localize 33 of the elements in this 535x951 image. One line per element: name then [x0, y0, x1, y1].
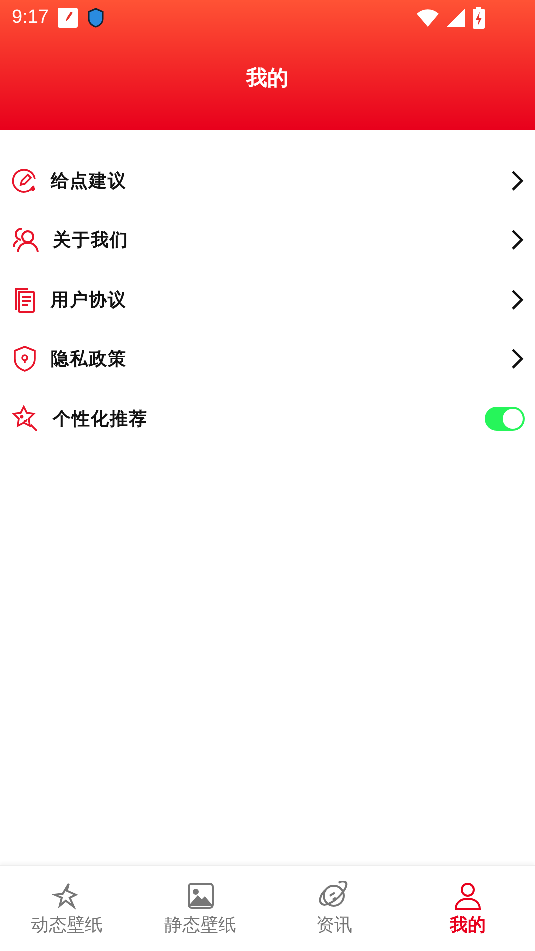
- chevron-right-icon: [511, 170, 525, 192]
- menu-item[interactable]: 个性化推荐: [0, 389, 535, 448]
- toggle-switch[interactable]: [485, 406, 525, 431]
- document-icon: [12, 286, 38, 314]
- menu-item[interactable]: 给点建议: [0, 151, 535, 210]
- signal-icon: [447, 9, 465, 27]
- edit-icon: [12, 168, 38, 194]
- menu-label: 关于我们: [53, 229, 130, 252]
- tab[interactable]: 动态壁纸: [0, 866, 134, 951]
- image-icon: [186, 880, 216, 910]
- menu-label: 给点建议: [51, 170, 128, 193]
- battery-icon: [473, 7, 485, 29]
- notepad-icon: [56, 7, 79, 29]
- shield-icon: [12, 345, 38, 374]
- menu-label: 用户协议: [51, 288, 128, 312]
- tab[interactable]: 资讯: [268, 866, 402, 951]
- menu-item[interactable]: 关于我们: [0, 210, 535, 270]
- star-face-icon: [12, 404, 40, 433]
- chevron-right-icon: [511, 229, 525, 252]
- tab[interactable]: 静态壁纸: [134, 866, 268, 951]
- status-time: 9:17: [12, 7, 49, 29]
- shield-app-icon: [86, 8, 105, 28]
- person-icon: [453, 880, 484, 910]
- users-icon: [12, 227, 40, 254]
- chevron-right-icon: [511, 288, 525, 311]
- chevron-right-icon: [511, 348, 525, 370]
- menu-label: 个性化推荐: [53, 408, 149, 431]
- menu-label: 隐私政策: [51, 348, 128, 372]
- tab[interactable]: 我的: [401, 866, 535, 951]
- wifi-icon: [417, 9, 439, 27]
- menu-item[interactable]: 用户协议: [0, 270, 535, 330]
- menu-item[interactable]: 隐私政策: [0, 330, 535, 389]
- page-title: 我的: [246, 65, 288, 92]
